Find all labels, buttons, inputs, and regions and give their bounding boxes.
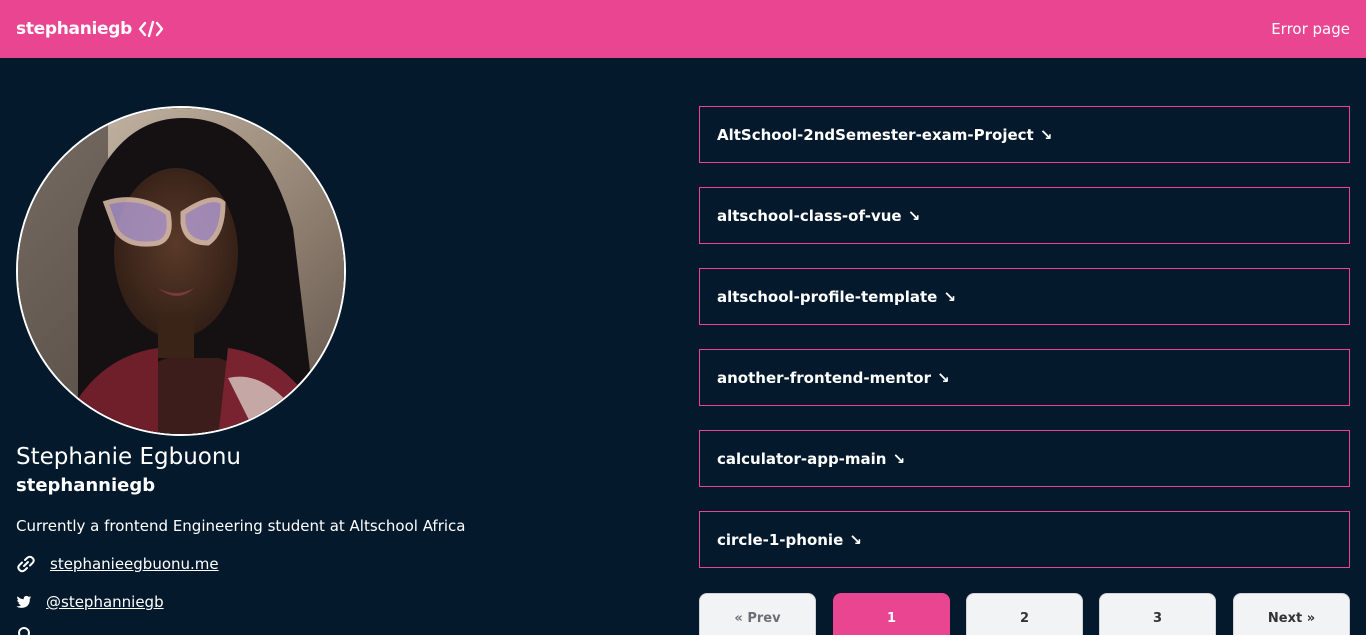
page-3-button[interactable]: 3	[1099, 593, 1216, 635]
next-page-button[interactable]: Next »	[1233, 593, 1350, 635]
repo-name: calculator-app-main	[717, 449, 887, 468]
profile-avatar	[16, 106, 346, 436]
prev-page-button[interactable]: « Prev	[699, 593, 816, 635]
repo-card[interactable]: AltSchool-2ndSemester-exam-Project ↘	[699, 106, 1350, 163]
page-1-button[interactable]: 1	[833, 593, 950, 635]
repo-card[interactable]: circle-1-phonie ↘	[699, 511, 1350, 568]
arrow-down-right-icon: ↘	[892, 449, 906, 468]
arrow-down-right-icon: ↘	[1039, 125, 1053, 144]
repo-name: AltSchool-2ndSemester-exam-Project	[717, 125, 1034, 144]
top-navbar: stephaniegb Error page	[0, 0, 1366, 58]
arrow-down-right-icon: ↘	[937, 368, 950, 387]
error-page-link[interactable]: Error page	[1271, 20, 1350, 38]
pagination: « Prev 1 2 3 Next »	[699, 593, 1350, 635]
repo-card[interactable]: altschool-profile-template ↘	[699, 268, 1350, 325]
repo-card[interactable]: another-frontend-mentor ↘	[699, 349, 1350, 406]
brand-name: stephaniegb	[16, 19, 133, 39]
website-row: stephanieegbuonu.me	[16, 555, 219, 573]
arrow-down-right-icon: ↘	[849, 530, 862, 549]
page-2-button[interactable]: 2	[966, 593, 1083, 635]
repo-card[interactable]: altschool-class-of-vue ↘	[699, 187, 1350, 244]
repo-name: altschool-class-of-vue	[717, 206, 902, 225]
repo-card[interactable]: calculator-app-main ↘	[699, 430, 1350, 487]
repo-name: another-frontend-mentor	[717, 368, 931, 387]
twitter-row: @stephanniegb	[16, 593, 164, 611]
arrow-down-right-icon: ↘	[943, 287, 956, 306]
profile-username: stephanniegb	[16, 475, 156, 496]
brand-logo-link[interactable]: stephaniegb	[16, 19, 164, 39]
code-icon	[138, 20, 164, 38]
website-link[interactable]: stephanieegbuonu.me	[50, 555, 219, 573]
twitter-icon	[16, 595, 32, 608]
repo-name: circle-1-phonie	[717, 530, 844, 549]
repo-name: altschool-profile-template	[717, 287, 938, 306]
location-row	[16, 626, 36, 635]
profile-photo	[18, 108, 344, 434]
arrow-down-right-icon: ↘	[907, 206, 921, 225]
profile-name: Stephanie Egbuonu	[16, 444, 242, 470]
profile-bio: Currently a frontend Engineering student…	[16, 517, 466, 535]
location-icon	[18, 627, 30, 635]
twitter-link[interactable]: @stephanniegb	[46, 593, 164, 611]
link-icon	[17, 555, 35, 573]
